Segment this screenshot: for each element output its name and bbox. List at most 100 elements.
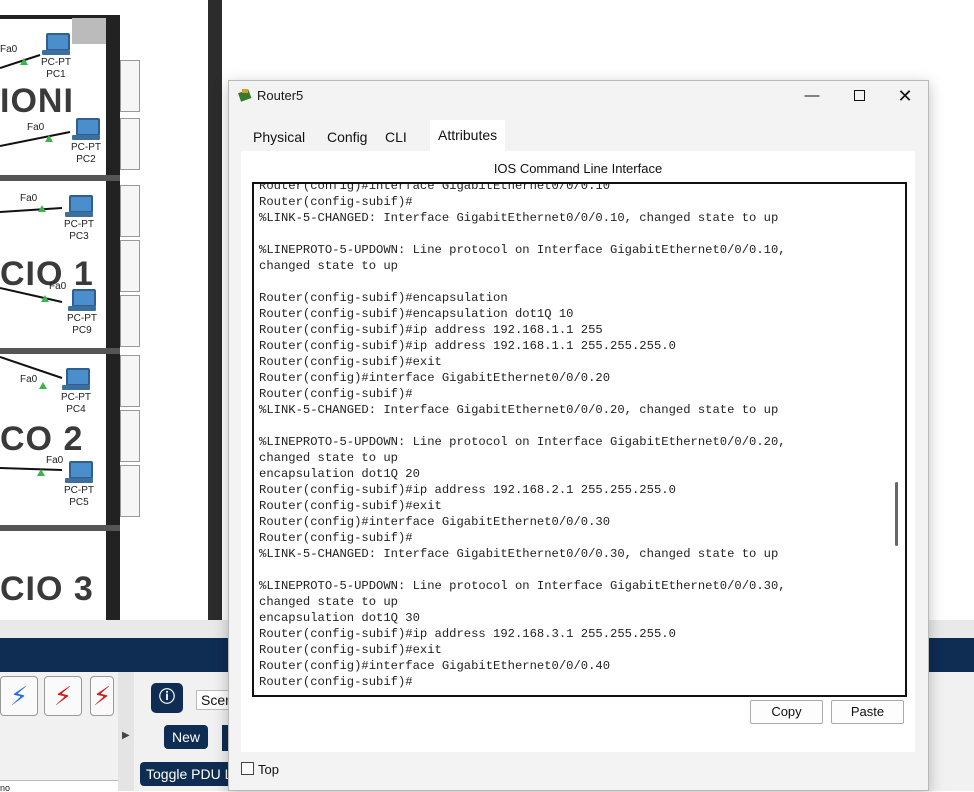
port-label: Fa0 [20,193,38,204]
close-icon: ✕ [897,86,913,106]
cli-line: %LINK-5-CHANGED: Interface GigabitEthern… [259,211,779,225]
device-type: PC-PT [71,142,101,153]
topology-canvas[interactable]: IONI CIO 1 CO 2 CIO 3 Fa0 Fa0 Fa0 Fa0 Fa… [0,0,210,620]
cli-line: Router(config-subif)# [259,675,413,689]
cli-line: Router(config-subif)#encapsulation [259,291,508,305]
pc-device[interactable]: PC-PT PC4 [46,368,106,416]
connection-tool-icon[interactable]: ⚡ [0,676,38,716]
cli-line: encapsulation dot1Q 20 [259,467,420,481]
cli-line: Router(config-subif)# [259,531,413,545]
cli-line: Router(config-subif)#ip address 192.168.… [259,483,676,497]
maximize-icon [853,90,865,101]
rack-panel [120,465,140,517]
minimize-icon: — [804,87,820,104]
title-bar[interactable]: Router5 — ✕ [229,81,928,111]
cli-line: %LINEPROTO-5-UPDOWN: Line protocol on In… [259,579,786,593]
rack-panel [120,185,140,237]
device-type: PC-PT [64,485,94,496]
cli-line: Router(config-subif)#ip address 192.168.… [259,627,676,641]
pc-icon [68,289,96,311]
cli-line: Router(config)#interface GigabitEthernet… [259,659,611,673]
cli-line: Router(config)#interface GigabitEthernet… [259,371,611,385]
rack-panel [120,240,140,292]
pc-icon [65,461,93,483]
cli-line [259,226,879,242]
device-name: PC3 [69,231,89,242]
cli-line: changed state to up [259,259,398,273]
port-label: Fa0 [20,374,38,385]
rack-panel [120,118,140,170]
cli-line: %LINK-5-CHANGED: Interface GigabitEthern… [259,403,779,417]
cli-terminal[interactable]: Router(config)#interface GigabitEthernet… [252,182,907,697]
router-app-icon [238,89,252,102]
tab-attributes[interactable]: Attributes [430,120,506,151]
pc-icon [42,33,70,55]
cli-heading: IOS Command Line Interface [493,161,663,176]
top-checkbox[interactable]: Top [241,762,279,777]
device-name: PC2 [76,154,96,165]
pc-device[interactable]: PC-PT PC2 [56,118,116,166]
cli-line: changed state to up [259,595,398,609]
minimize-button[interactable]: — [789,81,835,111]
timed-connection-tool-icon[interactable]: ⚡ [44,676,82,716]
port-label: Fa0 [27,122,45,133]
cli-line: Router(config)#interface GigabitEthernet… [259,182,611,193]
device-type: PC-PT [64,219,94,230]
cli-line: Router(config-subif)#ip address 192.168.… [259,339,676,353]
pc-device[interactable]: PC-PT PC5 [49,461,109,509]
top-checkbox-label: Top [258,762,279,777]
router-dialog: Router5 — ✕ Physical Config CLI Attribut… [228,80,929,791]
pc-icon [62,368,90,390]
info-icon[interactable]: ⓘ [151,683,183,713]
cli-line: Router(config-subif)#exit [259,355,442,369]
rack-panel [120,60,140,112]
pc-device[interactable]: PC-PT PC3 [49,195,109,243]
cli-line: %LINEPROTO-5-UPDOWN: Line protocol on In… [259,243,786,257]
cli-line: Router(config)#interface GigabitEthernet… [259,515,611,529]
cli-line: encapsulation dot1Q 30 [259,611,420,625]
window-title: Router5 [257,88,304,103]
cli-line: %LINEPROTO-5-UPDOWN: Line protocol on In… [259,435,786,449]
cli-panel: IOS Command Line Interface Router(config… [241,151,915,752]
cli-line: Router(config-subif)#ip address 192.168.… [259,323,603,337]
pc-device[interactable]: PC-PT PC9 [52,289,112,337]
cli-line [259,274,879,290]
cli-output: Router(config)#interface GigabitEthernet… [259,182,879,690]
port-label: Fa0 [0,44,18,55]
pc-icon [65,195,93,217]
device-name: PC4 [66,404,86,415]
cli-line: Router(config-subif)#encapsulation dot1Q… [259,307,574,321]
connection-tool-icon[interactable]: ⚡ [90,676,114,716]
close-button[interactable]: ✕ [882,81,928,111]
rack-panel [120,355,140,407]
device-type: PC-PT [61,392,91,403]
rack-panel [120,410,140,462]
checkbox-icon[interactable] [241,762,254,775]
device-type: PC-PT [67,313,97,324]
tab-physical[interactable]: Physical [253,123,305,151]
device-name: PC1 [46,69,66,80]
paste-button[interactable]: Paste [831,700,904,724]
cli-line: Router(config-subif)#exit [259,499,442,513]
tab-config[interactable]: Config [327,123,367,151]
tab-cli[interactable]: CLI [375,123,417,154]
cli-line [259,418,879,434]
device-name: PC9 [72,325,92,336]
cli-line: %LINK-5-CHANGED: Interface GigabitEthern… [259,547,779,561]
cli-line: Router(config-subif)# [259,195,413,209]
device-type: PC-PT [41,57,71,68]
expand-arrow-icon[interactable]: ▶ [122,730,130,741]
cli-line: Router(config-subif)#exit [259,643,442,657]
maximize-button[interactable] [836,81,882,111]
pc-device[interactable]: PC-PT PC1 [26,33,86,81]
canvas-border [208,0,222,620]
device-type-list: no [0,780,118,792]
terminal-scrollbar[interactable] [895,482,898,546]
cli-line [259,562,879,578]
rack-panel [120,295,140,347]
cli-line: Router(config-subif)# [259,387,413,401]
copy-button[interactable]: Copy [750,700,823,724]
cli-line: changed state to up [259,451,398,465]
toggle-pdu-button[interactable]: Toggle PDU Li [140,762,236,786]
new-scenario-button[interactable]: New [164,725,209,749]
